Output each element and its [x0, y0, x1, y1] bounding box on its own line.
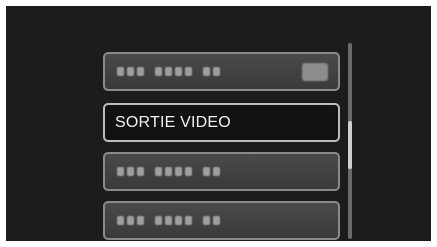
menu-item-sortie-video[interactable]: SORTIE VIDEO	[103, 103, 340, 142]
blurred-label	[117, 216, 220, 226]
blurred-label	[117, 67, 220, 77]
menu-item-1[interactable]	[103, 52, 340, 91]
blurred-value-badge	[302, 63, 328, 81]
menu-item-4[interactable]	[103, 201, 340, 240]
scroll-thumb[interactable]	[348, 121, 352, 169]
menu-screen: SORTIE VIDEO	[6, 6, 431, 241]
menu-item-3[interactable]	[103, 152, 340, 191]
scrollbar[interactable]	[348, 43, 352, 239]
menu-item-label: SORTIE VIDEO	[115, 114, 231, 131]
blurred-label	[117, 167, 220, 177]
